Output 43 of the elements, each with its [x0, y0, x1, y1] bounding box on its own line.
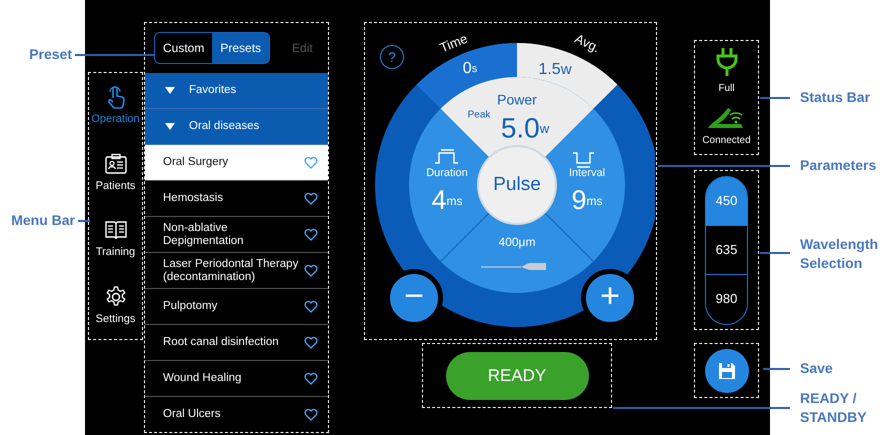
leader-line	[760, 252, 790, 254]
wavelength-option[interactable]: 450	[706, 176, 747, 226]
callout-label: Wavelength Selection	[800, 235, 880, 273]
preset-row[interactable]: Oral Surgery	[145, 145, 328, 181]
leader-line	[760, 97, 790, 98]
power-label: Power	[497, 92, 537, 108]
power-status: Full	[718, 82, 735, 96]
save-icon	[718, 362, 736, 380]
average-label: Avg.	[572, 30, 602, 56]
menu-item[interactable]: Settings	[96, 284, 136, 327]
callout-label: Status Bar	[800, 88, 870, 107]
callout-label: Save	[800, 359, 833, 378]
settings-icon	[104, 284, 128, 308]
mode-tab[interactable]: Presets	[212, 33, 270, 63]
duration-label: Duration	[426, 166, 468, 179]
fiber-label: 400μm	[498, 235, 536, 250]
category-row[interactable]: Oral diseases	[145, 109, 328, 145]
power-value: 5.0w	[500, 112, 550, 144]
pulse-width-icon	[434, 149, 459, 164]
menu-item[interactable]: Patients	[96, 152, 136, 194]
callout-label: Parameters	[800, 156, 876, 175]
menu-item[interactable]: Training	[96, 218, 136, 260]
menu-item[interactable]: Operation	[91, 85, 140, 128]
save-button[interactable]	[704, 348, 748, 392]
callout-label: READY / STANDBY	[800, 389, 868, 427]
callout-label: Preset	[29, 45, 72, 64]
pulse-interval-icon	[572, 152, 595, 168]
time-label: Time	[438, 30, 470, 56]
category-row[interactable]: Favorites	[145, 73, 328, 109]
interval-value: 9ms	[571, 185, 603, 216]
duration-value: 4ms	[431, 185, 463, 216]
peak-label: Peak	[468, 110, 490, 121]
interval-label: Interval	[568, 166, 606, 179]
leader-line	[78, 220, 90, 222]
average-value: 1.5w	[538, 60, 572, 78]
plug-icon	[714, 47, 738, 78]
time-value: 0s	[462, 60, 478, 78]
connection-status: Connected	[702, 134, 751, 148]
fiber-tip-icon	[481, 263, 546, 270]
leader-line	[763, 368, 790, 370]
help-button[interactable]: ?	[380, 45, 404, 69]
clipboard-icon	[104, 152, 128, 176]
callout-label: Menu Bar	[11, 211, 75, 230]
